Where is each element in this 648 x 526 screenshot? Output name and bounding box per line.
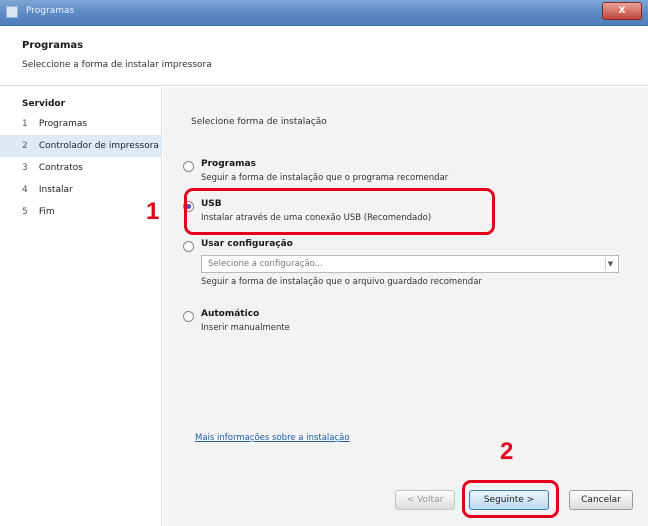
app-icon — [6, 6, 18, 18]
sidebar-item-label: Fim — [38, 207, 55, 217]
step-sidebar: Servidor 1 Programas 2 Controlador de im… — [0, 87, 162, 526]
step-number: 5 — [22, 207, 28, 217]
step-number: 2 — [22, 141, 28, 151]
software-radio[interactable] — [183, 161, 194, 172]
option-software[interactable]: Programas Seguir a forma de instalação q… — [183, 159, 623, 189]
chevron-down-icon[interactable]: ▼ — [605, 258, 615, 270]
sidebar-item-programs[interactable]: 1 Programas — [0, 113, 162, 135]
automatic-radio[interactable] — [183, 311, 194, 322]
callout-highlight-usb — [184, 188, 495, 235]
cancel-button[interactable]: Cancelar — [569, 490, 633, 510]
callout-number-1: 1 — [146, 198, 160, 225]
option-automatic[interactable]: Automático Inserir manualmente — [183, 309, 623, 339]
page-title: Programas — [22, 40, 84, 51]
sidebar-item-label: Contratos — [38, 163, 83, 173]
option-label: Programas — [201, 159, 256, 169]
saved-config-radio[interactable] — [183, 241, 194, 252]
step-number: 4 — [22, 185, 28, 195]
sidebar-item-install[interactable]: 4 Instalar — [0, 179, 162, 201]
sidebar-heading: Servidor — [22, 99, 66, 109]
title-bar: Programas X — [0, 0, 648, 26]
config-select[interactable]: Selecione a configuração... ▼ — [201, 255, 619, 273]
sidebar-item-contracts[interactable]: 3 Contratos — [0, 157, 162, 179]
option-description: Inserir manualmente — [201, 323, 290, 333]
sidebar-item-label: Instalar — [38, 185, 73, 195]
step-number: 1 — [22, 119, 28, 129]
step-number: 3 — [22, 163, 28, 173]
close-button[interactable]: X — [602, 2, 642, 20]
main-panel: Selecione forma de instalação Programas … — [163, 87, 648, 526]
back-button[interactable]: < Voltar — [395, 490, 455, 510]
page-description: Seleccione a forma de instalar impressor… — [22, 60, 212, 70]
help-link[interactable]: Mais informações sobre a instalação — [195, 433, 350, 443]
install-prompt: Selecione forma de instalação — [191, 117, 327, 127]
callout-highlight-next — [462, 480, 559, 518]
sidebar-item-printer-driver[interactable]: 2 Controlador de impressora — [0, 135, 162, 157]
sidebar-item-label: Programas — [38, 119, 88, 129]
option-label: Usar configuração — [201, 239, 293, 249]
option-description: Seguir a forma de instalação que o arqui… — [201, 277, 482, 287]
sidebar-item-label: Controlador de impressora — [38, 141, 159, 151]
option-saved-config[interactable]: Usar configuração Selecione a configuraç… — [183, 239, 623, 299]
select-placeholder: Selecione a configuração... — [208, 259, 323, 269]
callout-number-2: 2 — [500, 438, 514, 465]
option-label: Automático — [201, 309, 260, 319]
window-title: Programas — [26, 6, 75, 16]
wizard-header: Programas Seleccione a forma de instalar… — [0, 26, 648, 86]
option-description: Seguir a forma de instalação que o progr… — [201, 173, 449, 183]
sidebar-item-finish[interactable]: 5 Fim — [0, 201, 162, 223]
step-list: 1 Programas 2 Controlador de impressora … — [0, 113, 162, 223]
